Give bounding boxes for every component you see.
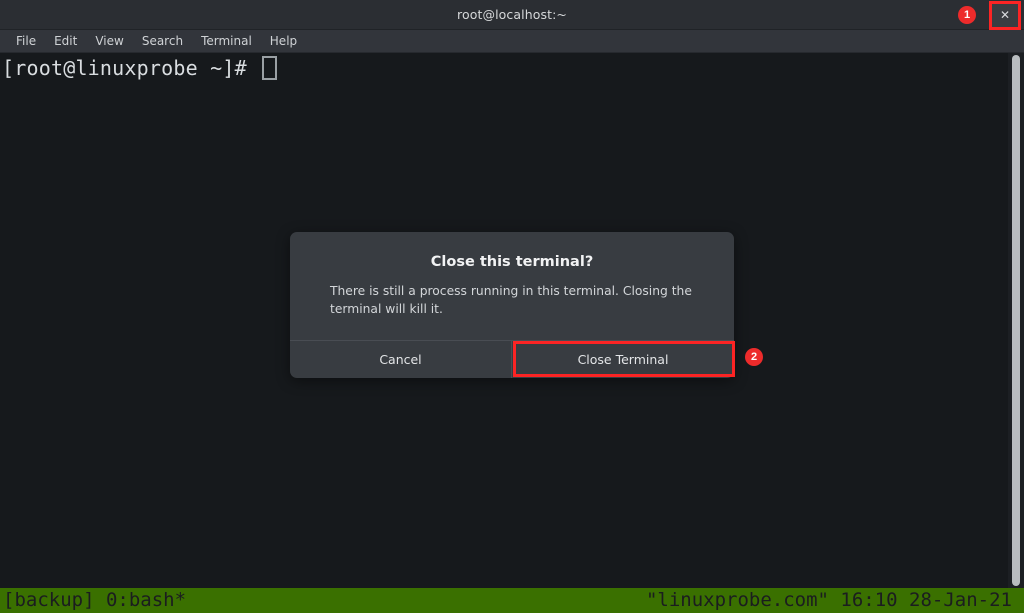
shell-prompt-line: [root@linuxprobe ~]# xyxy=(2,56,260,80)
menu-item-view[interactable]: View xyxy=(86,30,132,52)
annotation-badge-1: 1 xyxy=(958,6,976,24)
dialog-actions: Cancel Close Terminal xyxy=(290,340,734,378)
terminal-scrollbar-thumb[interactable] xyxy=(1012,55,1020,586)
menu-item-terminal[interactable]: Terminal xyxy=(192,30,261,52)
tmux-status-left: [backup] 0:bash* xyxy=(3,589,187,611)
dialog-content: Close this terminal? There is still a pr… xyxy=(290,232,734,318)
dialog-title: Close this terminal? xyxy=(430,254,594,270)
title-bar: root@localhost:~ xyxy=(0,0,1024,30)
terminal-window: root@localhost:~ 1 ✕ File Edit View Sear… xyxy=(0,0,1024,613)
close-terminal-dialog: Close this terminal? There is still a pr… xyxy=(290,232,734,378)
annotation-badge-2: 2 xyxy=(745,348,763,366)
tmux-status-right: "linuxprobe.com" 16:10 28-Jan-21 xyxy=(645,589,1012,611)
dialog-message: There is still a process running in this… xyxy=(330,284,692,316)
menu-bar: File Edit View Search Terminal Help xyxy=(0,30,1024,53)
menu-item-file[interactable]: File xyxy=(7,30,45,52)
text-cursor xyxy=(262,56,277,80)
menu-item-search[interactable]: Search xyxy=(133,30,192,52)
close-terminal-button[interactable]: Close Terminal xyxy=(512,341,734,378)
cancel-button[interactable]: Cancel xyxy=(290,341,512,378)
window-title: root@localhost:~ xyxy=(457,7,567,22)
tmux-status-bar: [backup] 0:bash* "linuxprobe.com" 16:10 … xyxy=(0,588,1024,613)
menu-item-edit[interactable]: Edit xyxy=(45,30,86,52)
menu-item-help[interactable]: Help xyxy=(261,30,306,52)
close-window-button[interactable]: ✕ xyxy=(992,4,1018,27)
